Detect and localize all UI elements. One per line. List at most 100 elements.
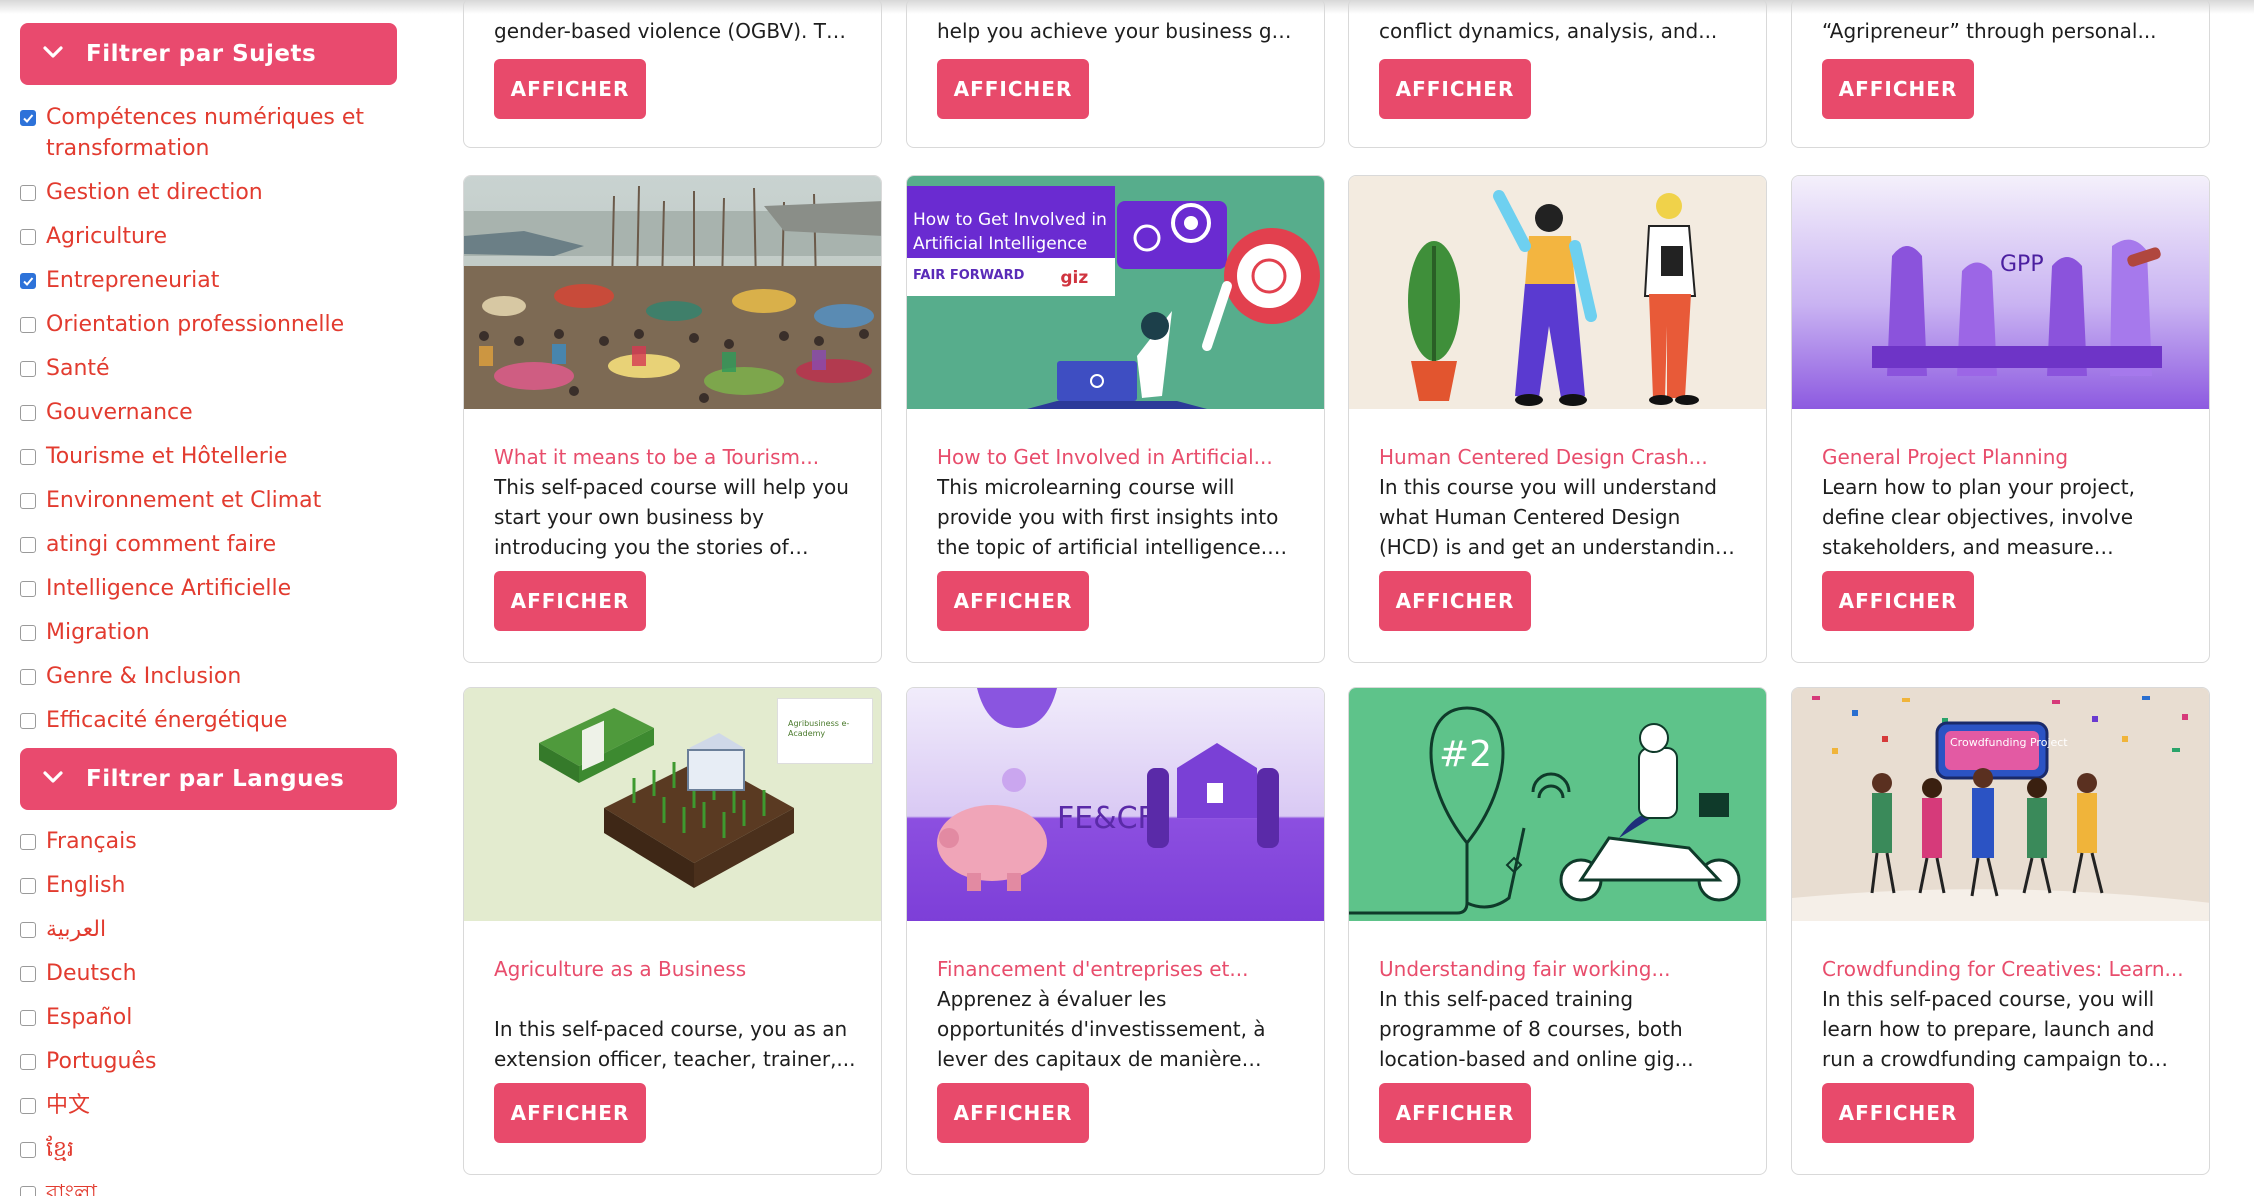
fecf-label: FE&CF <box>1057 801 1155 836</box>
language-filter-option[interactable]: ខ្មែរ <box>20 1134 410 1165</box>
view-course-button[interactable]: AFFICHER <box>1822 571 1974 631</box>
filter-option-label: Deutsch <box>46 961 137 986</box>
course-description: In this course you will understand what … <box>1379 475 1728 559</box>
subject-filter-option[interactable]: Entrepreneuriat <box>20 265 410 296</box>
subject-filter-option[interactable]: Santé <box>20 353 410 384</box>
subject-filter-option[interactable]: Orientation professionnelle <box>20 309 410 340</box>
filter-sidebar: Filtrer par Sujets Compétences numérique… <box>0 0 420 1196</box>
language-filter-option[interactable]: বাংলা <box>20 1178 410 1196</box>
filter-option-label: ខ្មែរ <box>46 1137 74 1162</box>
checkbox[interactable] <box>20 405 36 421</box>
checkbox[interactable] <box>20 878 36 894</box>
course-title-link[interactable]: Financement d'entreprises et... <box>937 954 1300 984</box>
course-thumbnail-gpp-illustration[interactable]: GPP <box>1792 176 2209 409</box>
filter-option-label: atingi comment faire <box>46 532 277 557</box>
crowdfunding-sign-label: Crowdfunding Project <box>1950 736 2068 749</box>
view-course-button[interactable]: AFFICHER <box>937 571 1089 631</box>
subject-filter-option[interactable]: Gestion et direction <box>20 177 410 208</box>
course-description: In this self-paced course, you as an ext… <box>494 1017 856 1071</box>
subject-filter-option[interactable]: Tourisme et Hôtellerie <box>20 441 410 472</box>
subjects-filter-header[interactable]: Filtrer par Sujets <box>20 23 397 85</box>
language-filter-option[interactable]: Português <box>20 1046 410 1077</box>
course-thumbnail-market-photo[interactable] <box>464 176 881 409</box>
course-title-link[interactable]: General Project Planning <box>1822 442 2185 472</box>
course-thumbnail-finance-illustration[interactable]: FE&CF <box>907 688 1324 921</box>
subject-filter-option[interactable]: Gouvernance <box>20 397 410 428</box>
view-course-button[interactable]: AFFICHER <box>1379 1083 1531 1143</box>
filter-option-label: Gestion et direction <box>46 180 263 205</box>
course-card: What it means to be a Tourism... This se… <box>463 175 882 663</box>
filter-option-label: 中文 <box>46 1093 91 1118</box>
checkbox[interactable] <box>20 449 36 465</box>
language-filter-option[interactable]: English <box>20 870 410 901</box>
course-card: help you achieve your business goal... A… <box>906 0 1325 148</box>
course-description: “Agripreneur” through personal... <box>1822 19 2157 43</box>
language-filter-option[interactable]: Español <box>20 1002 410 1033</box>
checkbox[interactable] <box>20 1142 36 1158</box>
view-course-button[interactable]: AFFICHER <box>1822 59 1974 119</box>
checkbox[interactable] <box>20 834 36 850</box>
subjects-filter-title: Filtrer par Sujets <box>86 41 317 67</box>
filter-option-label: العربية <box>46 917 107 942</box>
checkbox[interactable] <box>20 1010 36 1026</box>
checkbox[interactable] <box>20 1098 36 1114</box>
course-thumbnail-ai-illustration[interactable]: How to Get Involved in Artificial Intell… <box>907 176 1324 409</box>
subject-filter-option[interactable]: atingi comment faire <box>20 529 410 560</box>
filter-option-label: Entrepreneuriat <box>46 268 220 293</box>
language-filter-option[interactable]: Français <box>20 826 410 857</box>
view-course-button[interactable]: AFFICHER <box>494 571 646 631</box>
course-description: This microlearning course will provide y… <box>937 475 1279 559</box>
filter-option-label: Français <box>46 829 137 854</box>
checkbox[interactable] <box>20 625 36 641</box>
checkbox[interactable] <box>20 1054 36 1070</box>
checkbox[interactable] <box>20 1186 36 1196</box>
course-description: conflict dynamics, analysis, and... <box>1379 19 1718 43</box>
checkbox[interactable] <box>20 713 36 729</box>
checkbox[interactable] <box>20 493 36 509</box>
checkbox[interactable] <box>20 229 36 245</box>
checkbox[interactable] <box>20 273 36 289</box>
language-filter-option[interactable]: Deutsch <box>20 958 410 989</box>
subject-filter-option[interactable]: Compétences numériques et transformation <box>20 102 410 164</box>
course-description: gender-based violence (OGBV). Thi... <box>494 19 857 43</box>
checkbox[interactable] <box>20 922 36 938</box>
view-course-button[interactable]: AFFICHER <box>1822 1083 1974 1143</box>
subject-filter-option[interactable]: Agriculture <box>20 221 410 252</box>
course-thumbnail-crowdfunding-illustration[interactable]: Crowdfunding Project <box>1792 688 2209 921</box>
course-thumbnail-agriculture-illustration[interactable]: Agribusiness e-Academy <box>464 688 881 921</box>
checkbox[interactable] <box>20 110 36 126</box>
filter-option-label: Gouvernance <box>46 400 193 425</box>
subject-filter-option[interactable]: Efficacité énergétique <box>20 705 410 736</box>
filter-option-label: Santé <box>46 356 110 381</box>
checkbox[interactable] <box>20 581 36 597</box>
subject-filter-option[interactable]: Genre & Inclusion <box>20 661 410 692</box>
checkbox[interactable] <box>20 361 36 377</box>
view-course-button[interactable]: AFFICHER <box>937 59 1089 119</box>
view-course-button[interactable]: AFFICHER <box>1379 59 1531 119</box>
subject-filter-option[interactable]: Migration <box>20 617 410 648</box>
subject-filter-option[interactable]: Environnement et Climat <box>20 485 410 516</box>
subject-filter-option[interactable]: Intelligence Artificielle <box>20 573 410 604</box>
checkbox[interactable] <box>20 317 36 333</box>
chevron-down-icon <box>42 767 86 791</box>
course-title-link[interactable]: What it means to be a Tourism... <box>494 442 857 472</box>
course-title-link[interactable]: Human Centered Design Crash... <box>1379 442 1742 472</box>
languages-filter-header[interactable]: Filtrer par Langues <box>20 748 397 810</box>
course-title-link[interactable]: How to Get Involved in Artificial... <box>937 442 1300 472</box>
checkbox[interactable] <box>20 185 36 201</box>
view-course-button[interactable]: AFFICHER <box>494 1083 646 1143</box>
language-filter-option[interactable]: 中文 <box>20 1090 410 1121</box>
checkbox[interactable] <box>20 537 36 553</box>
course-title-link[interactable]: Agriculture as a Business <box>494 954 857 984</box>
language-filter-option[interactable]: العربية <box>20 914 410 945</box>
view-course-button[interactable]: AFFICHER <box>937 1083 1089 1143</box>
view-course-button[interactable]: AFFICHER <box>494 59 646 119</box>
filter-option-label: Orientation professionnelle <box>46 312 345 337</box>
checkbox[interactable] <box>20 966 36 982</box>
course-title-link[interactable]: Understanding fair working... <box>1379 954 1742 984</box>
course-thumbnail-fairwork-illustration[interactable]: #2 <box>1349 688 1766 921</box>
view-course-button[interactable]: AFFICHER <box>1379 571 1531 631</box>
course-thumbnail-hcd-illustration[interactable] <box>1349 176 1766 409</box>
checkbox[interactable] <box>20 669 36 685</box>
course-title-link[interactable]: Crowdfunding for Creatives: Learn... <box>1822 954 2185 984</box>
